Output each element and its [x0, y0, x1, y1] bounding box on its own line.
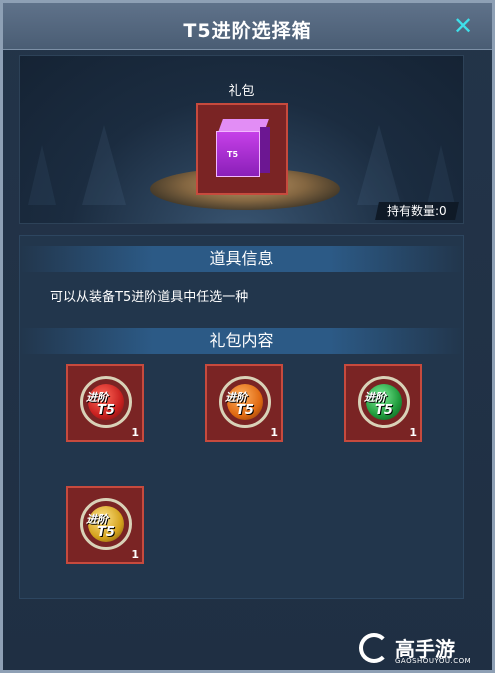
info-panel: 道具信息 可以从装备T5进阶道具中任选一种 礼包内容 进阶 T5 1 进阶 T5… [19, 235, 464, 599]
decor-pyramid [28, 145, 56, 205]
gift-contents-header: 礼包内容 [20, 328, 463, 354]
item-description: 可以从装备T5进阶道具中任选一种 [50, 290, 249, 305]
coin-tier: T5 [375, 403, 393, 418]
coin-tier: T5 [97, 525, 115, 540]
decor-pyramid [82, 125, 126, 205]
gold-coin-icon: 进阶 T5 [80, 498, 132, 550]
dialog-title: T5进阶选择箱 [183, 20, 312, 42]
cube-tag: T5 [227, 150, 239, 159]
coin-tier: T5 [236, 403, 254, 418]
content-item-slot[interactable]: 进阶 T5 1 [205, 364, 283, 442]
item-quantity: 1 [409, 426, 417, 439]
purple-cube-icon: T5 [216, 119, 270, 179]
gift-stage: 礼包 T5 持有数量:0 [19, 55, 464, 224]
brand-logo-icon [359, 633, 389, 663]
owned-count-badge: 持有数量:0 [375, 202, 459, 220]
content-item-slot[interactable]: 进阶 T5 1 [66, 486, 144, 564]
item-quantity: 1 [131, 548, 139, 561]
close-icon[interactable]: ✕ [450, 13, 476, 39]
owned-count: 持有数量:0 [387, 204, 447, 218]
content-item-slot[interactable]: 进阶 T5 1 [66, 364, 144, 442]
brand-site: GAOSHOUYOU.COM [395, 657, 472, 665]
item-quantity: 1 [131, 426, 139, 439]
orange-coin-icon: 进阶 T5 [219, 376, 271, 428]
content-item-slot[interactable]: 进阶 T5 1 [344, 364, 422, 442]
item-quantity: 1 [270, 426, 278, 439]
item-info-header: 道具信息 [20, 246, 463, 272]
green-coin-icon: 进阶 T5 [358, 376, 410, 428]
gift-label: 礼包 [228, 84, 255, 99]
red-coin-icon: 进阶 T5 [80, 376, 132, 428]
decor-pyramid [357, 125, 401, 205]
coin-tier: T5 [97, 403, 115, 418]
decor-pyramid [427, 145, 455, 205]
gift-box-slot[interactable]: T5 [196, 103, 288, 195]
title-bar: T5进阶选择箱 ✕ [3, 3, 492, 50]
watermark-logo: 高手游 GAOSHOUYOU.COM [359, 633, 489, 667]
